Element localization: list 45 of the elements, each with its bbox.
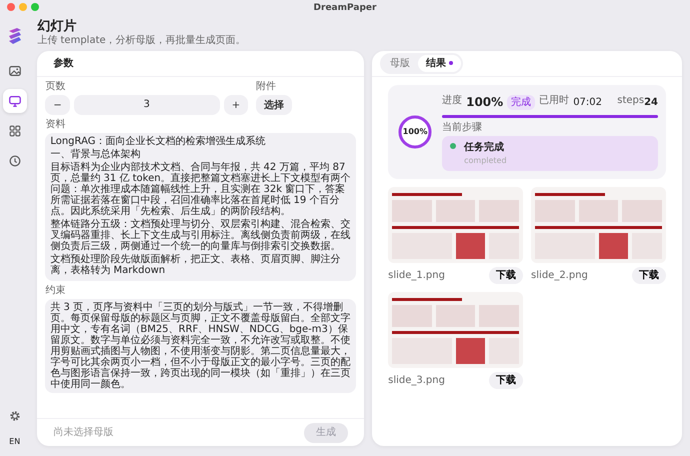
app-logo-icon	[6, 27, 23, 45]
status-dot-icon	[450, 143, 456, 149]
increment-button[interactable]: +	[224, 95, 248, 115]
file-name: slide_3.png	[388, 374, 445, 388]
nav-button[interactable]	[2, 89, 27, 113]
progress-label: 进度	[442, 95, 462, 107]
image-icon	[8, 64, 22, 78]
progress-percent: 100%	[466, 94, 504, 111]
monitor-icon	[8, 94, 22, 108]
steps-label: steps	[617, 95, 644, 107]
page-title: 幻灯片	[37, 19, 76, 34]
download-button[interactable]: 下载	[489, 267, 524, 284]
field-label: 资料	[45, 119, 66, 131]
steps-count: 24	[644, 96, 658, 110]
status-badge: 完成	[507, 94, 536, 110]
elapsed-label: 已用时	[539, 95, 570, 107]
step-heading: 当前步骤	[442, 122, 484, 134]
clock-icon	[8, 154, 22, 168]
language-label[interactable]: EN	[9, 436, 20, 448]
window-title: DreamPaper	[314, 2, 376, 12]
download-button[interactable]: 下载	[632, 267, 666, 284]
elapsed-time: 07:02	[573, 96, 602, 110]
download-button[interactable]: 下载	[489, 372, 524, 389]
step-subtitle: completed	[464, 155, 507, 167]
page-subtitle: 上传 template，分析母版，再批量生成页面。	[37, 35, 246, 46]
material-field[interactable]: LongRAG：面向企业长文档的检索增强生成系统 一、背景与总体架构 目标语料为企业内部技术文档、合同与年报，共 42 万篇，平均 87 页，总量约 31 亿 token。直接把整篇文档塞进长上下文模型有两个问题：单次推理成本随篇幅线性上升，且实测在 32k 窗口下，答案所需证据若落在窗口中段，召回准确率比落在首尾时低 19 个百分点。因此系统采用「先检索、后生成」的两阶段结构。 整体链路分五级：文档预处理与切分、双层索引构建、混合检索、交叉编码器重排、长上下文生成与引用标注。离线侧负责前两级，在线侧负责后三级，两侧通过一个统一的向量库与倒排索引交换数据。 文档预处理阶段先做版面解析，把正文、表格、页眉页脚、脚注分离，表格转为 Markdown	[45, 133, 356, 281]
file-name: slide_1.png	[388, 269, 445, 283]
decrement-button[interactable]: −	[45, 95, 70, 115]
status-text: 尚未选择母版	[53, 426, 114, 440]
panel-title: 参数	[53, 56, 74, 71]
close-button[interactable]	[7, 3, 15, 11]
step-title: 任务完成	[464, 140, 506, 155]
choose-button[interactable]: 选择	[256, 95, 292, 115]
page-count-field[interactable]: 3	[74, 95, 220, 115]
file-name: slide_2.png	[531, 269, 588, 283]
settings-icon[interactable]	[8, 410, 21, 422]
field-label: 页数	[45, 81, 66, 93]
ring-label: 100%	[402, 126, 428, 138]
tab[interactable]: 母版	[382, 55, 418, 72]
grid-icon	[8, 124, 22, 138]
field-label: 附件	[256, 81, 278, 93]
tab[interactable]: 结果	[418, 55, 462, 72]
field-label: 约束	[45, 285, 66, 297]
progress-ring	[396, 113, 434, 151]
constraints-field[interactable]: 共 3 页，页序与资料中「三页的划分与版式」一节一致，不得增删页。每页保留母版的标题区与页脚，正文不覆盖母版留白。全部文字用中文，专有名词（BM25、RRF、HNSW、NDCG、bge-m3）保留原文。数字与单位必须与资料完全一致，不允许改写或取整。不使用剪贴画式插图与人物图，不使用渐变与阴影。第二页信息量最大，字号可比其余两页小一档，但不小于母版正文的最小字号。三页的配色与图形语言保持一致，跨页出现的同一模块（如「重排」）在三页中使用同一颜色。	[45, 299, 356, 393]
